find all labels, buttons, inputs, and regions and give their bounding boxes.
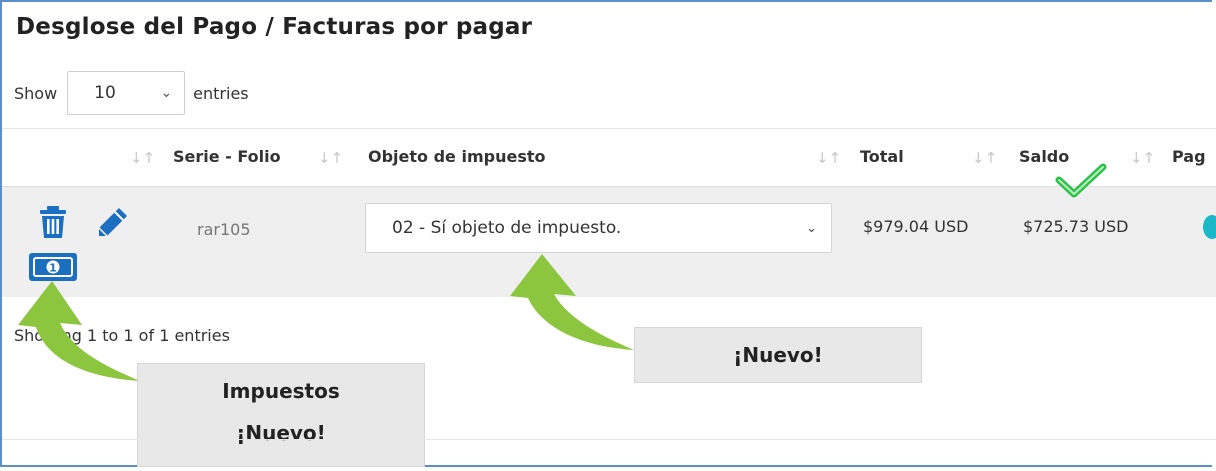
sort-icon[interactable]: ↓↑: [130, 149, 155, 167]
cell-saldo: $725.73 USD: [1023, 217, 1129, 236]
impuestos-callout-subtitle: ¡Nuevo!: [236, 421, 326, 445]
column-header-pago[interactable]: Pag: [1172, 147, 1206, 166]
nuevo-callout: ¡Nuevo!: [634, 327, 922, 383]
svg-text:1: 1: [49, 262, 57, 275]
curved-arrow-icon: [18, 281, 140, 381]
sort-icon[interactable]: ↓↑: [1130, 149, 1155, 167]
entries-label: entries: [193, 83, 249, 103]
cell-serie-folio: rar105: [197, 220, 251, 239]
pencil-icon[interactable]: [95, 206, 129, 240]
chevron-down-icon: ⌄: [160, 85, 173, 101]
objeto-impuesto-select[interactable]: 02 - Sí objeto de impuesto. ⌄: [365, 203, 832, 253]
column-header-total[interactable]: Total: [860, 147, 904, 166]
objeto-impuesto-value: 02 - Sí objeto de impuesto.: [392, 218, 622, 238]
divider: [2, 439, 1216, 440]
page-title: Desglose del Pago / Facturas por pagar: [16, 14, 533, 40]
entries-select-value: 10: [94, 83, 116, 103]
table-header: ↓↑ Serie - Folio ↓↑ Objeto de impuesto ↓…: [2, 129, 1216, 187]
column-header-serie-folio[interactable]: Serie - Folio: [173, 147, 281, 166]
sort-icon[interactable]: ↓↑: [816, 149, 841, 167]
sort-icon[interactable]: ↓↑: [972, 149, 997, 167]
entries-select[interactable]: 10 ⌄: [67, 71, 186, 115]
sort-icon[interactable]: ↓↑: [318, 149, 343, 167]
impuestos-callout: Impuestos ¡Nuevo!: [137, 363, 425, 467]
impuestos-callout-title: Impuestos: [222, 379, 340, 403]
entries-length-control: Show 10 ⌄ entries: [14, 70, 249, 116]
show-label: Show: [14, 83, 58, 103]
curved-arrow-icon: [510, 254, 634, 350]
trash-icon[interactable]: [38, 205, 68, 239]
column-header-objeto-impuesto[interactable]: Objeto de impuesto: [368, 147, 546, 166]
checkmark-icon: [1055, 163, 1107, 198]
cell-total: $979.04 USD: [863, 217, 969, 236]
pago-toggle[interactable]: [1203, 215, 1216, 239]
chevron-down-icon: ⌄: [806, 220, 817, 236]
